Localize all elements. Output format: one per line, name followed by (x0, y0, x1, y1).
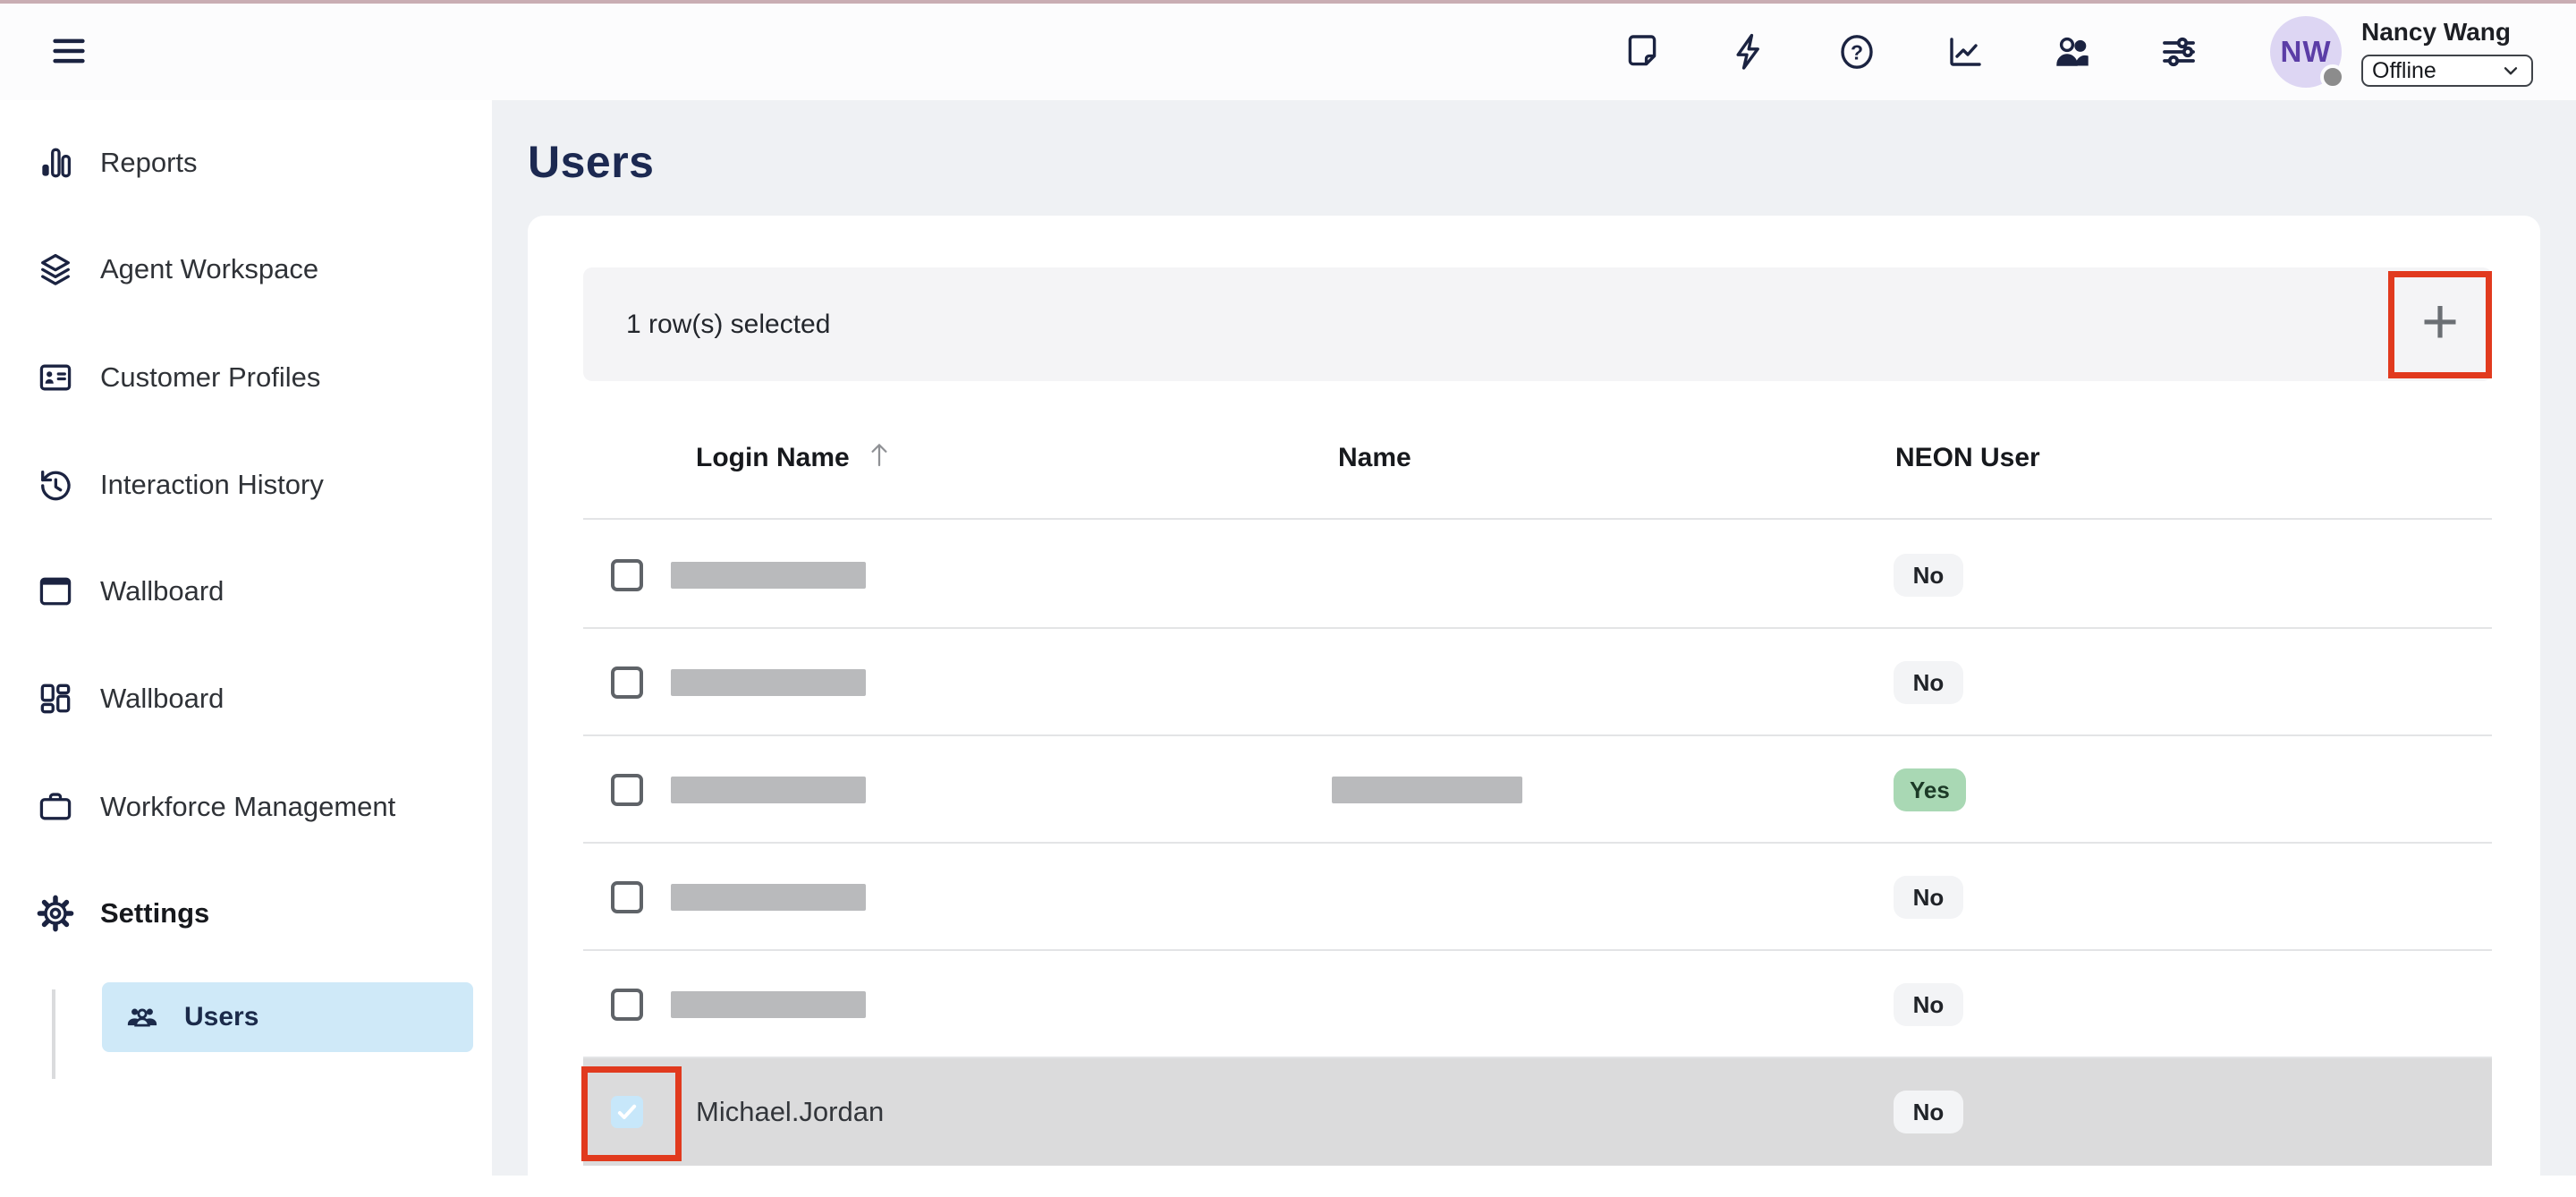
column-header-name[interactable]: Name (1338, 436, 1411, 480)
sidebar-item-users[interactable]: Users (102, 982, 473, 1052)
quick-actions-icon[interactable] (1728, 30, 1771, 73)
row-checkbox[interactable] (611, 881, 643, 913)
grid-icon (36, 679, 75, 718)
add-user-highlight-box: + (2388, 271, 2492, 378)
sidebar-item-settings[interactable]: Settings (36, 887, 209, 940)
gear-icon (36, 894, 75, 933)
neon-user-badge: No (1894, 554, 1963, 597)
sidebar-item-workforce-management[interactable]: Workforce Management (36, 780, 395, 834)
row-checkbox[interactable] (611, 774, 643, 806)
sidebar-item-label: Settings (100, 897, 209, 930)
selection-bar: 1 row(s) selected (583, 267, 2492, 381)
user-block: Nancy Wang Offline (2361, 18, 2533, 87)
column-header-label: Login Name (696, 436, 850, 480)
status-select[interactable]: Offline (2361, 55, 2533, 87)
chevron-down-icon (2499, 59, 2522, 82)
table-row[interactable]: Michael.Jordan No (528, 1058, 2540, 1166)
sidebar-item-wallboard[interactable]: Wallboard (36, 565, 224, 618)
selection-count-text: 1 row(s) selected (626, 267, 830, 381)
sidebar-item-label: Interaction History (100, 469, 324, 501)
redacted-name-bar (1332, 777, 1522, 803)
neon-user-badge: No (1894, 1091, 1963, 1133)
sidebar-item-customer-profiles[interactable]: Customer Profiles (36, 351, 320, 404)
column-header-label: NEON User (1895, 436, 2040, 480)
sort-ascending-icon[interactable] (864, 437, 894, 472)
sidebar-item-label: Agent Workspace (100, 253, 318, 285)
sidebar-item-interaction-history[interactable]: Interaction History (36, 458, 324, 512)
sidebar-item-label: Customer Profiles (100, 361, 320, 394)
row-checkbox[interactable] (611, 666, 643, 699)
redacted-login-bar (671, 669, 866, 696)
layers-icon (36, 250, 75, 289)
table-row[interactable]: Yes (528, 736, 2540, 844)
redacted-login-bar (671, 777, 866, 803)
column-header-label: Name (1338, 436, 1411, 480)
sidebar-item-agent-workspace[interactable]: Agent Workspace (36, 242, 318, 296)
users-card: 1 row(s) selected + Login Name Name NEON… (528, 216, 2540, 1197)
preferences-icon[interactable] (2157, 30, 2200, 73)
app-root: { "header": { "action_icons": [ { "name"… (0, 0, 2576, 1176)
redacted-login-bar (671, 562, 866, 589)
avatar-initials: NW (2281, 35, 2332, 69)
table-row[interactable]: No (528, 844, 2540, 951)
sidebar-item-label: Workforce Management (100, 791, 395, 823)
bar-chart-icon (36, 143, 75, 183)
column-header-login-name[interactable]: Login Name (696, 436, 894, 480)
help-icon[interactable]: ? (1835, 30, 1878, 73)
sidebar-item-reports[interactable]: Reports (36, 136, 198, 190)
table-body: No No Yes No No Michael.Jordan No (528, 522, 2540, 1166)
neon-user-badge: No (1894, 983, 1963, 1026)
column-header-neon-user[interactable]: NEON User (1895, 436, 2040, 480)
redacted-login-bar (671, 991, 866, 1018)
login-name-cell: Michael.Jordan (696, 1058, 884, 1166)
sidebar-item-label: Wallboard (100, 683, 224, 715)
page-title: Users (528, 136, 655, 188)
history-icon (36, 465, 75, 505)
redacted-login-bar (671, 884, 866, 911)
row-checkbox[interactable] (611, 989, 643, 1021)
checkbox-highlight-box (581, 1066, 682, 1161)
neon-user-badge: No (1894, 661, 1963, 704)
table-header-divider (583, 518, 2492, 520)
id-card-icon (36, 358, 75, 397)
avatar[interactable]: NW (2270, 16, 2342, 88)
sidebar-item-label: Wallboard (100, 575, 224, 607)
briefcase-icon (36, 787, 75, 827)
sidebar-item-label: Reports (100, 147, 198, 179)
add-user-button[interactable]: + (2421, 290, 2459, 354)
main-content: Users 1 row(s) selected + Login Name Nam… (492, 100, 2576, 1176)
row-checkbox[interactable] (611, 559, 643, 591)
table-row[interactable]: No (528, 951, 2540, 1058)
sidebar-item-wallboard-2[interactable]: Wallboard (36, 672, 224, 726)
svg-text:?: ? (1851, 40, 1863, 64)
sub-item-tree-line (52, 989, 55, 1079)
users-group-icon (123, 998, 161, 1036)
neon-user-badge: No (1894, 876, 1963, 919)
status-dot (2320, 64, 2345, 89)
table-row[interactable]: No (528, 629, 2540, 736)
notes-icon[interactable] (1621, 30, 1664, 73)
analytics-icon[interactable] (1943, 30, 1986, 73)
sidebar-item-label: Users (184, 1002, 258, 1032)
status-select-value: Offline (2372, 58, 2436, 84)
sidebar: Users Reports Agent Workspace Customer Pro… (0, 100, 492, 1176)
header-toolbar: ? (1621, 4, 2200, 100)
user-name: Nancy Wang (2361, 18, 2533, 47)
window-icon (36, 572, 75, 611)
table-row[interactable]: No (528, 522, 2540, 629)
neon-user-badge: Yes (1894, 768, 1966, 811)
app-header: ? NW Nancy Wang Offline (0, 4, 2576, 100)
contacts-icon[interactable] (2050, 30, 2093, 73)
hamburger-menu-button[interactable] (47, 30, 91, 72)
